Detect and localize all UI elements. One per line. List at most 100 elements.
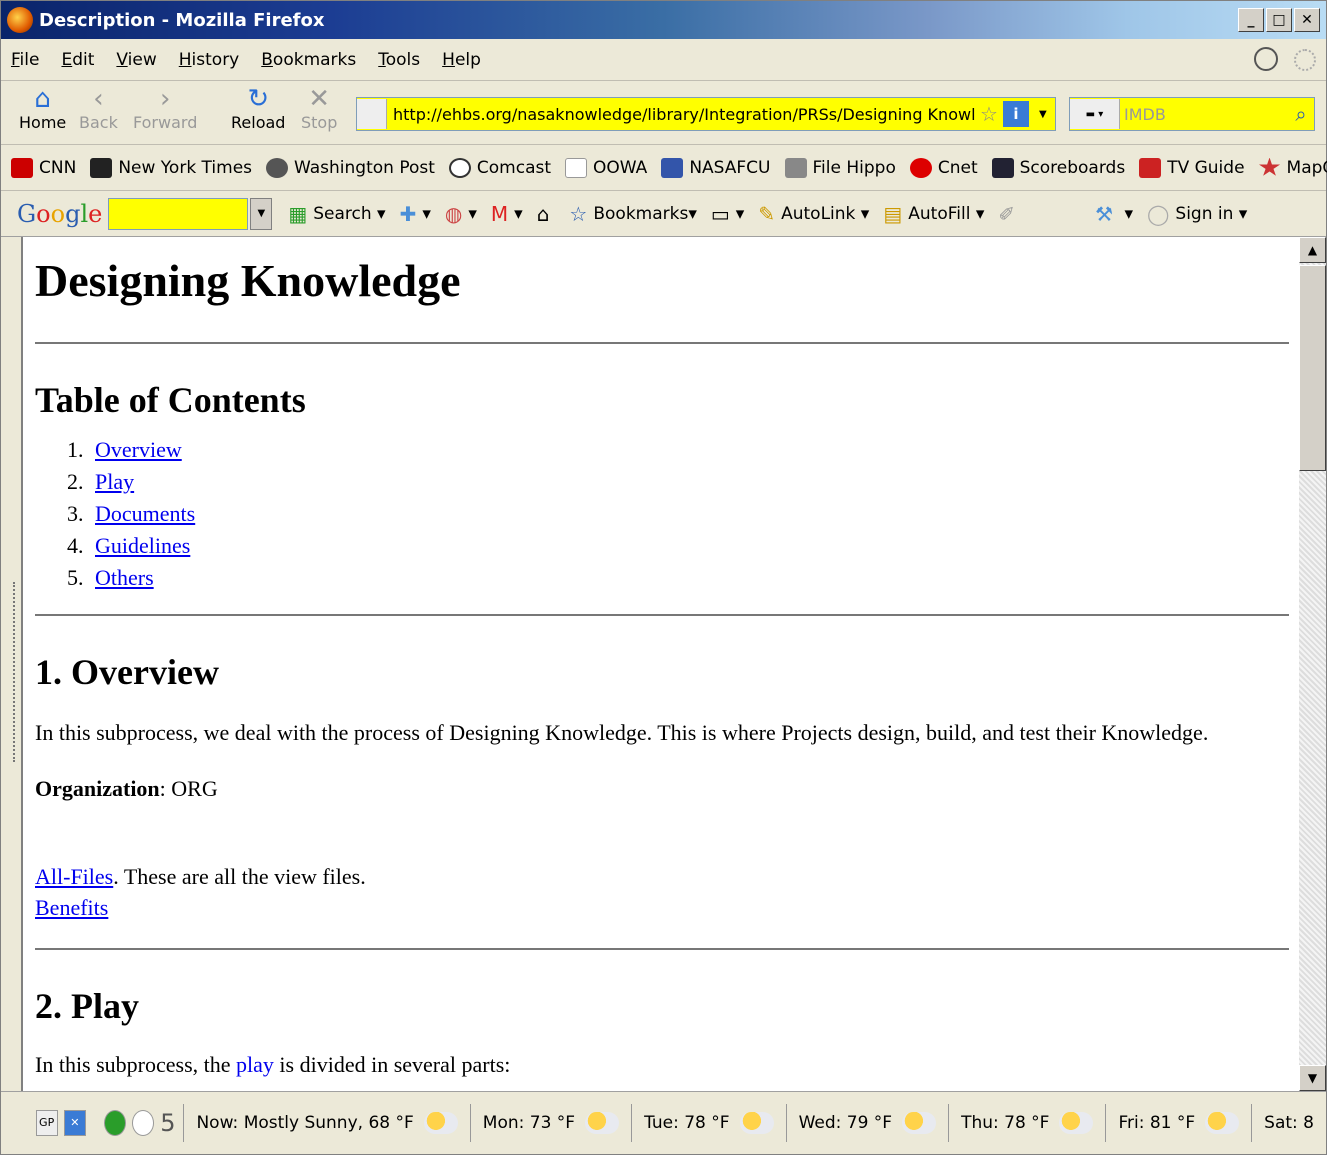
search-box[interactable]: ▬ ▾ IMDB ⌕	[1069, 97, 1315, 131]
partly-sunny-icon	[585, 1112, 620, 1134]
google-search-button[interactable]: ▦ Search ▾	[288, 202, 385, 226]
home-button[interactable]: ⌂ Home	[19, 85, 66, 132]
search-engine-icon[interactable]: ▬ ▾	[1070, 99, 1120, 129]
minimize-button[interactable]: _	[1238, 8, 1264, 32]
bookmark-comcast[interactable]: Comcast	[448, 157, 551, 178]
scroll-down-button[interactable]: ▼	[1299, 1065, 1326, 1091]
autofill-button[interactable]: ▤ AutoFill ▾	[883, 202, 984, 226]
weather-fri[interactable]: Fri: 81 °F	[1105, 1104, 1251, 1142]
back-button[interactable]: ‹ Back	[79, 85, 118, 132]
bookmark-scoreboards[interactable]: Scoreboards	[991, 157, 1125, 178]
clock-icon[interactable]	[132, 1110, 155, 1136]
maximize-button[interactable]: □	[1266, 8, 1292, 32]
bookmark-tvguide[interactable]: TV Guide	[1139, 157, 1245, 178]
menu-edit[interactable]: Edit	[61, 50, 94, 70]
gmail-button[interactable]: M ▾	[491, 202, 523, 226]
menu-tools[interactable]: Tools	[378, 50, 420, 70]
google-search-input[interactable]	[108, 197, 249, 230]
toc-link-others[interactable]: Others	[95, 565, 154, 590]
search-icon[interactable]: ⌕	[1288, 102, 1314, 126]
mapquest-icon	[1258, 157, 1281, 176]
play-link[interactable]: play	[236, 1052, 274, 1077]
partly-sunny-icon	[902, 1112, 937, 1134]
google-search-dropdown[interactable]: ▼	[250, 197, 273, 230]
toc-link-overview[interactable]: Overview	[95, 437, 182, 462]
translate-button[interactable]: ◍ ▾	[445, 202, 477, 226]
weather-sat[interactable]: Sat: 8	[1251, 1104, 1326, 1142]
bookmark-cnet[interactable]: Cnet	[909, 157, 978, 178]
bookmark-nyt[interactable]: New York Times	[90, 157, 252, 178]
url-dropdown-icon[interactable]: ▼	[1039, 109, 1055, 120]
page-title: Designing Knowledge	[35, 255, 461, 306]
weather-tue[interactable]: Tue: 78 °F	[631, 1104, 785, 1142]
partly-sunny-icon	[1059, 1112, 1094, 1134]
reload-button[interactable]: ↻ Reload	[231, 85, 285, 132]
popup-blocker-button[interactable]: ▭ ▾	[711, 202, 744, 226]
settings-button[interactable]: ⚒ ▾	[1095, 202, 1133, 226]
autolink-button[interactable]: ✎ AutoLink ▾	[758, 202, 869, 226]
highlight-button[interactable]: ✐	[998, 202, 1021, 226]
translate-icon: ◍	[444, 201, 463, 226]
menu-help[interactable]: Help	[442, 50, 481, 70]
vertical-scrollbar[interactable]: ▲ ▼	[1299, 237, 1326, 1091]
info-icon[interactable]: i	[1003, 101, 1029, 127]
title-bar: Description - Mozilla Firefox _ □ ✕	[1, 1, 1326, 39]
menu-history[interactable]: History	[179, 50, 240, 70]
url-bar[interactable]: http://ehbs.org/nasaknowledge/library/In…	[356, 97, 1056, 131]
bookmark-wapo[interactable]: Washington Post	[266, 157, 435, 178]
menu-bar: File Edit View History Bookmarks Tools H…	[1, 39, 1326, 81]
close-button[interactable]: ✕	[1294, 8, 1320, 32]
google-bookmarks-button[interactable]: ☆ Bookmarks ▾	[569, 202, 696, 226]
bookmark-mapquest[interactable]: MapQuest	[1258, 157, 1327, 178]
toc-link-play[interactable]: Play	[95, 469, 134, 494]
star-icon[interactable]: ☆	[975, 102, 1003, 126]
stop-button[interactable]: ✕ Stop	[301, 85, 337, 132]
bookmark-cnn[interactable]: CNN	[11, 157, 76, 178]
bookmark-filehippo[interactable]: File Hippo	[784, 157, 896, 178]
nasafcu-icon	[661, 157, 684, 178]
play-text: In this subprocess, the play is divided …	[35, 1052, 511, 1077]
scroll-thumb[interactable]	[1299, 265, 1326, 471]
weather-thu[interactable]: Thu: 78 °F	[948, 1104, 1105, 1142]
cnet-icon	[909, 157, 932, 178]
divider	[35, 948, 1289, 950]
bookmark-nasafcu[interactable]: NASAFCU	[661, 157, 771, 178]
weather-wed[interactable]: Wed: 79 °F	[785, 1104, 949, 1142]
weather-mon[interactable]: Mon: 73 °F	[469, 1104, 631, 1142]
museum-button[interactable]: ⌂	[537, 202, 556, 226]
gmail-icon: M	[490, 201, 509, 226]
toc-item: 1. Overview	[67, 437, 182, 462]
green-status-icon[interactable]	[103, 1110, 127, 1136]
weather-now[interactable]: Now: Mostly Sunny, 68 °F	[183, 1104, 469, 1142]
search-input[interactable]: IMDB	[1120, 105, 1288, 124]
wapo-icon	[266, 157, 289, 178]
overview-heading: 1. Overview	[35, 652, 219, 692]
sidebar-splitter[interactable]	[1, 237, 21, 1091]
menu-file[interactable]: File	[11, 50, 39, 70]
x-icon[interactable]: ✕	[63, 1110, 86, 1136]
signin-button[interactable]: ◯ Sign in ▾	[1147, 202, 1247, 226]
cnn-icon	[11, 157, 33, 178]
grip-icon	[13, 582, 15, 762]
plus-button[interactable]: ✚ ▾	[400, 202, 431, 226]
bookmark-oowa[interactable]: OOWA	[565, 157, 647, 178]
si-icon	[991, 157, 1014, 178]
partly-sunny-icon	[423, 1112, 458, 1134]
organization-value: : ORG	[159, 776, 218, 801]
divider	[35, 614, 1289, 616]
firefox-icon	[7, 7, 33, 33]
menu-view[interactable]: View	[116, 50, 156, 70]
toc-link-documents[interactable]: Documents	[95, 501, 195, 526]
allfiles-link[interactable]: All-Files	[35, 864, 113, 889]
benefits-link[interactable]: Benefits	[35, 895, 108, 920]
throbber-icon	[1294, 49, 1316, 71]
forward-button[interactable]: › Forward	[133, 85, 197, 132]
gp-icon[interactable]: GP	[35, 1110, 58, 1136]
scroll-up-button[interactable]: ▲	[1299, 237, 1326, 263]
clock-icon[interactable]	[1254, 47, 1278, 71]
toc-link-guidelines[interactable]: Guidelines	[95, 533, 190, 558]
forward-arrow-icon: ›	[159, 84, 171, 114]
menu-bookmarks[interactable]: Bookmarks	[261, 50, 356, 70]
toc-list: 1. Overview 2. Play 3. Documents 4. Guidelin…	[67, 434, 1289, 594]
url-text[interactable]: http://ehbs.org/nasaknowledge/library/In…	[393, 105, 975, 124]
